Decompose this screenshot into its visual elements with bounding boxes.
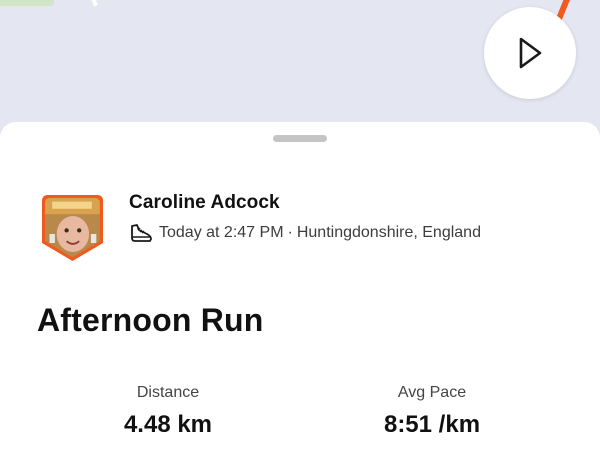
activity-location: Huntingdonshire, England (296, 224, 481, 241)
stat-value: 4.48 km (123, 411, 213, 438)
running-shoe-icon (131, 224, 152, 242)
meta-separator: · (287, 224, 293, 241)
play-flyover-button[interactable] (484, 7, 576, 99)
activity-meta: Today at 2:47 PM · Huntingdonshire, Engl… (129, 222, 481, 244)
map-road (90, 0, 98, 7)
map-park-area (0, 0, 54, 6)
stat-avg-pace: Avg Pace 8:51 /km (312, 384, 552, 439)
stat-distance: Distance 4.48 km (48, 384, 288, 439)
stat-label: Avg Pace (397, 384, 467, 401)
activity-title: Afternoon Run (37, 302, 264, 338)
stat-value: 8:51 /km (383, 411, 481, 438)
avatar[interactable] (42, 195, 103, 261)
route-map[interactable] (0, 0, 600, 140)
activity-detail-sheet: Caroline Adcock Today at 2:47 PM · Hunti… (0, 122, 600, 462)
drag-handle[interactable] (273, 135, 327, 142)
athlete-name[interactable]: Caroline Adcock (129, 192, 280, 214)
play-icon (519, 37, 542, 69)
activity-time: Today at 2:47 PM (159, 224, 284, 241)
stat-label: Distance (136, 384, 200, 401)
